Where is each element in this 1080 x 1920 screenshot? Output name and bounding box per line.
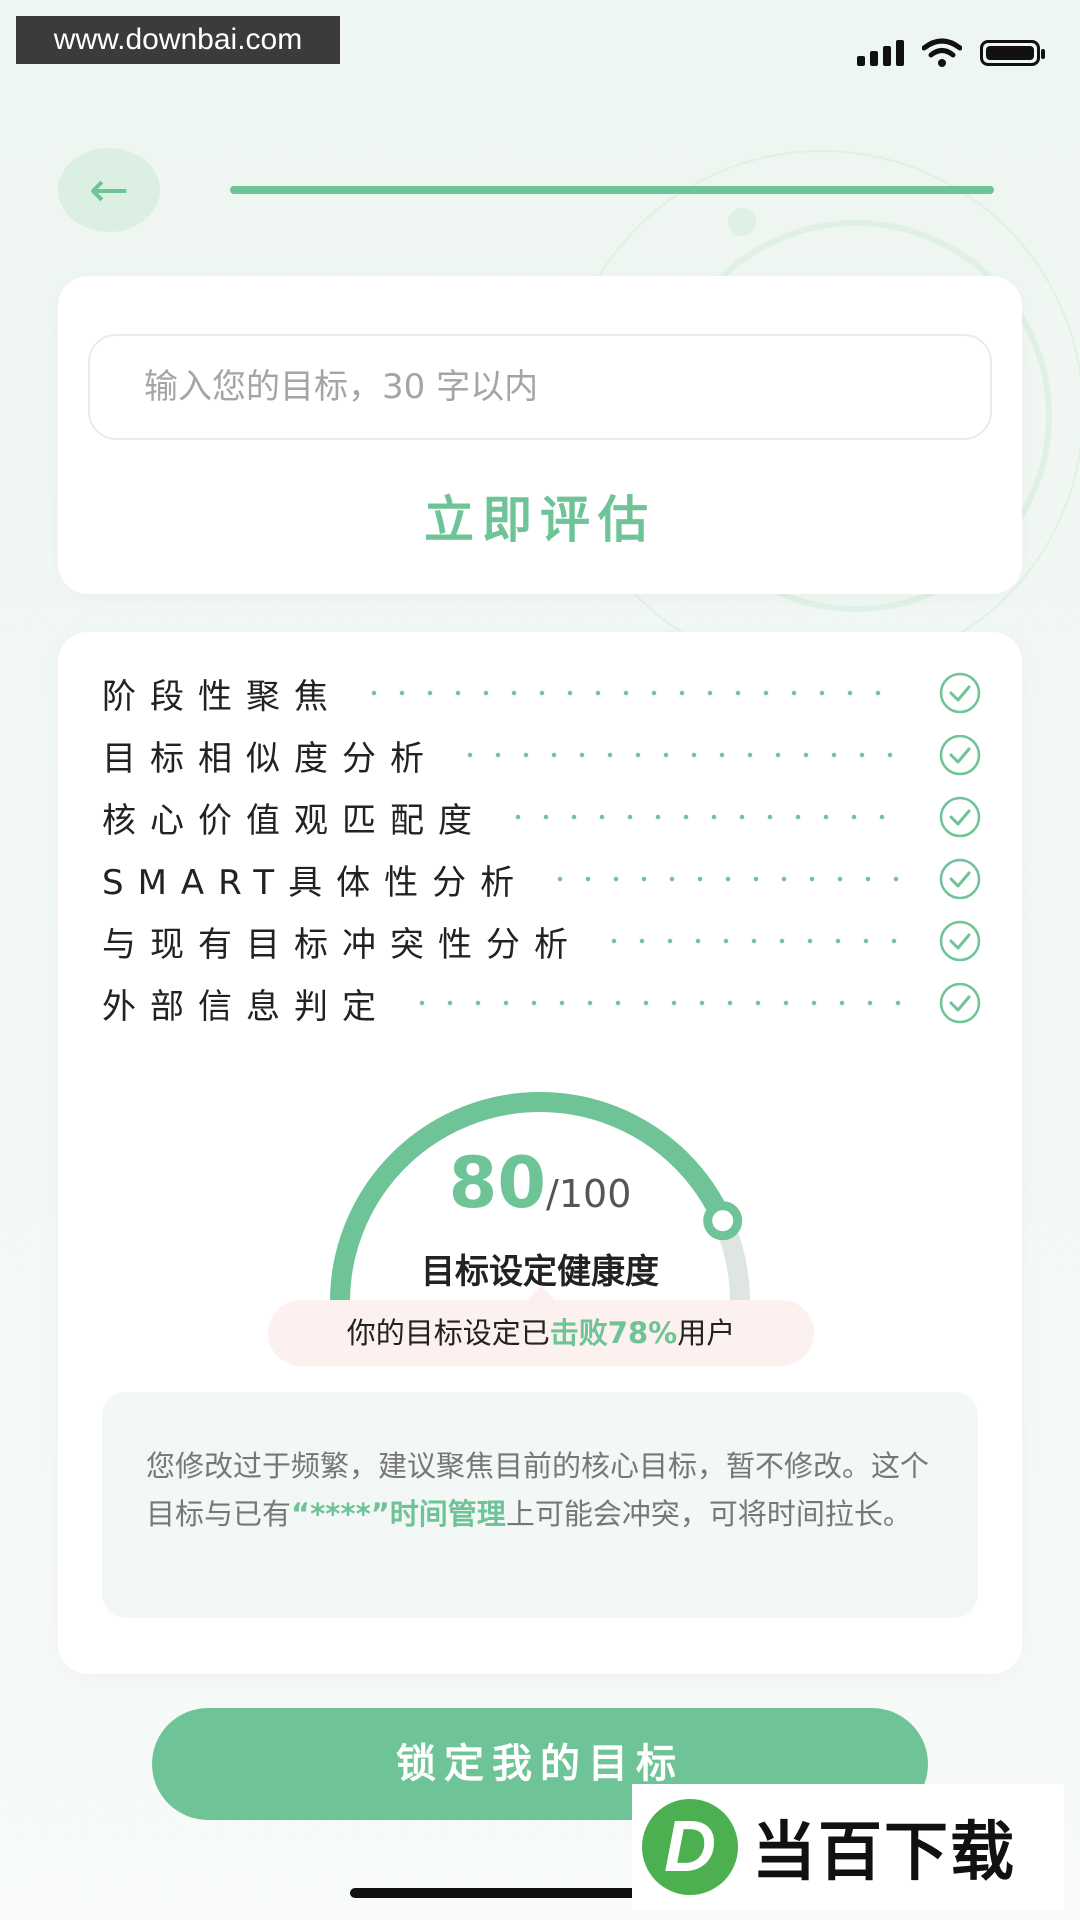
status-icons <box>857 38 1045 68</box>
dotted-leader <box>360 690 902 696</box>
arrow-left-icon: ← <box>88 162 130 218</box>
check-circle-icon <box>939 796 981 838</box>
beat-suffix: 用户 <box>677 1316 736 1350</box>
brand-logo-icon: D <box>642 1799 738 1895</box>
evaluation-result-card: 阶段性聚焦目标相似度分析核心价值观匹配度 SMART具体性分析与现有目标冲突性分析… <box>58 632 1022 1674</box>
dotted-leader <box>600 938 902 944</box>
check-circle-icon <box>939 982 981 1024</box>
check-circle-icon <box>939 858 981 900</box>
checklist-row: 与现有目标冲突性分析 <box>102 910 982 972</box>
check-circle-icon <box>939 920 981 962</box>
checklist-label: 外部信息判定 <box>102 986 390 1027</box>
battery-icon <box>980 40 1045 66</box>
check-circle-icon <box>939 672 981 714</box>
dotted-leader <box>546 876 902 882</box>
wifi-icon <box>922 38 962 67</box>
dotted-leader <box>408 1000 902 1006</box>
beat-highlight: 击败78% <box>549 1316 678 1350</box>
brand-name: 当百下载 <box>752 1816 1016 1890</box>
checklist-label: 目标相似度分析 <box>102 738 438 779</box>
cellular-signal-icon <box>857 40 904 66</box>
advice-box: 您修改过于频繁，建议聚焦目前的核心目标，暂不修改。这个目标与已有“****”时间… <box>102 1392 978 1618</box>
beat-prefix: 你的目标设定已 <box>346 1316 550 1350</box>
dotted-leader <box>504 814 902 820</box>
checklist-row: 目标相似度分析 <box>102 724 982 786</box>
score-value: 80 <box>448 1142 547 1224</box>
advice-highlight: “****”时间管理 <box>291 1497 506 1531</box>
checklist-row: 外部信息判定 <box>102 972 982 1034</box>
score-readout: 80/100 <box>320 1142 760 1224</box>
checklist-row: 核心价值观匹配度 <box>102 786 982 848</box>
checklist-label: SMART具体性分析 <box>102 862 529 903</box>
analysis-checklist: 阶段性聚焦目标相似度分析核心价值观匹配度 SMART具体性分析与现有目标冲突性分析… <box>102 662 982 1034</box>
checklist-row: SMART具体性分析 <box>102 848 982 910</box>
dotted-leader <box>456 752 902 758</box>
beat-percentile-badge: 你的目标设定已击败78%用户 <box>268 1286 814 1366</box>
brand-watermark: D 当百下载 <box>632 1784 1064 1910</box>
advice-text-2: 上可能会冲突，可将时间拉长。 <box>505 1497 912 1531</box>
decor-dot <box>728 208 756 236</box>
checklist-label: 与现有目标冲突性分析 <box>102 924 582 965</box>
step-progress-bar <box>230 186 994 194</box>
checklist-label: 阶段性聚焦 <box>102 676 342 717</box>
step-progress-fill <box>230 186 994 194</box>
score-max: /100 <box>546 1172 632 1216</box>
goal-input-card: 立即评估 <box>58 276 1022 594</box>
back-button[interactable]: ← <box>58 148 160 232</box>
checklist-label: 核心价值观匹配度 <box>102 800 486 841</box>
goal-input[interactable] <box>88 334 992 440</box>
site-watermark: www.downbai.com <box>16 16 340 64</box>
check-circle-icon <box>939 734 981 776</box>
evaluate-button[interactable]: 立即评估 <box>58 480 1022 552</box>
checklist-row: 阶段性聚焦 <box>102 662 982 724</box>
